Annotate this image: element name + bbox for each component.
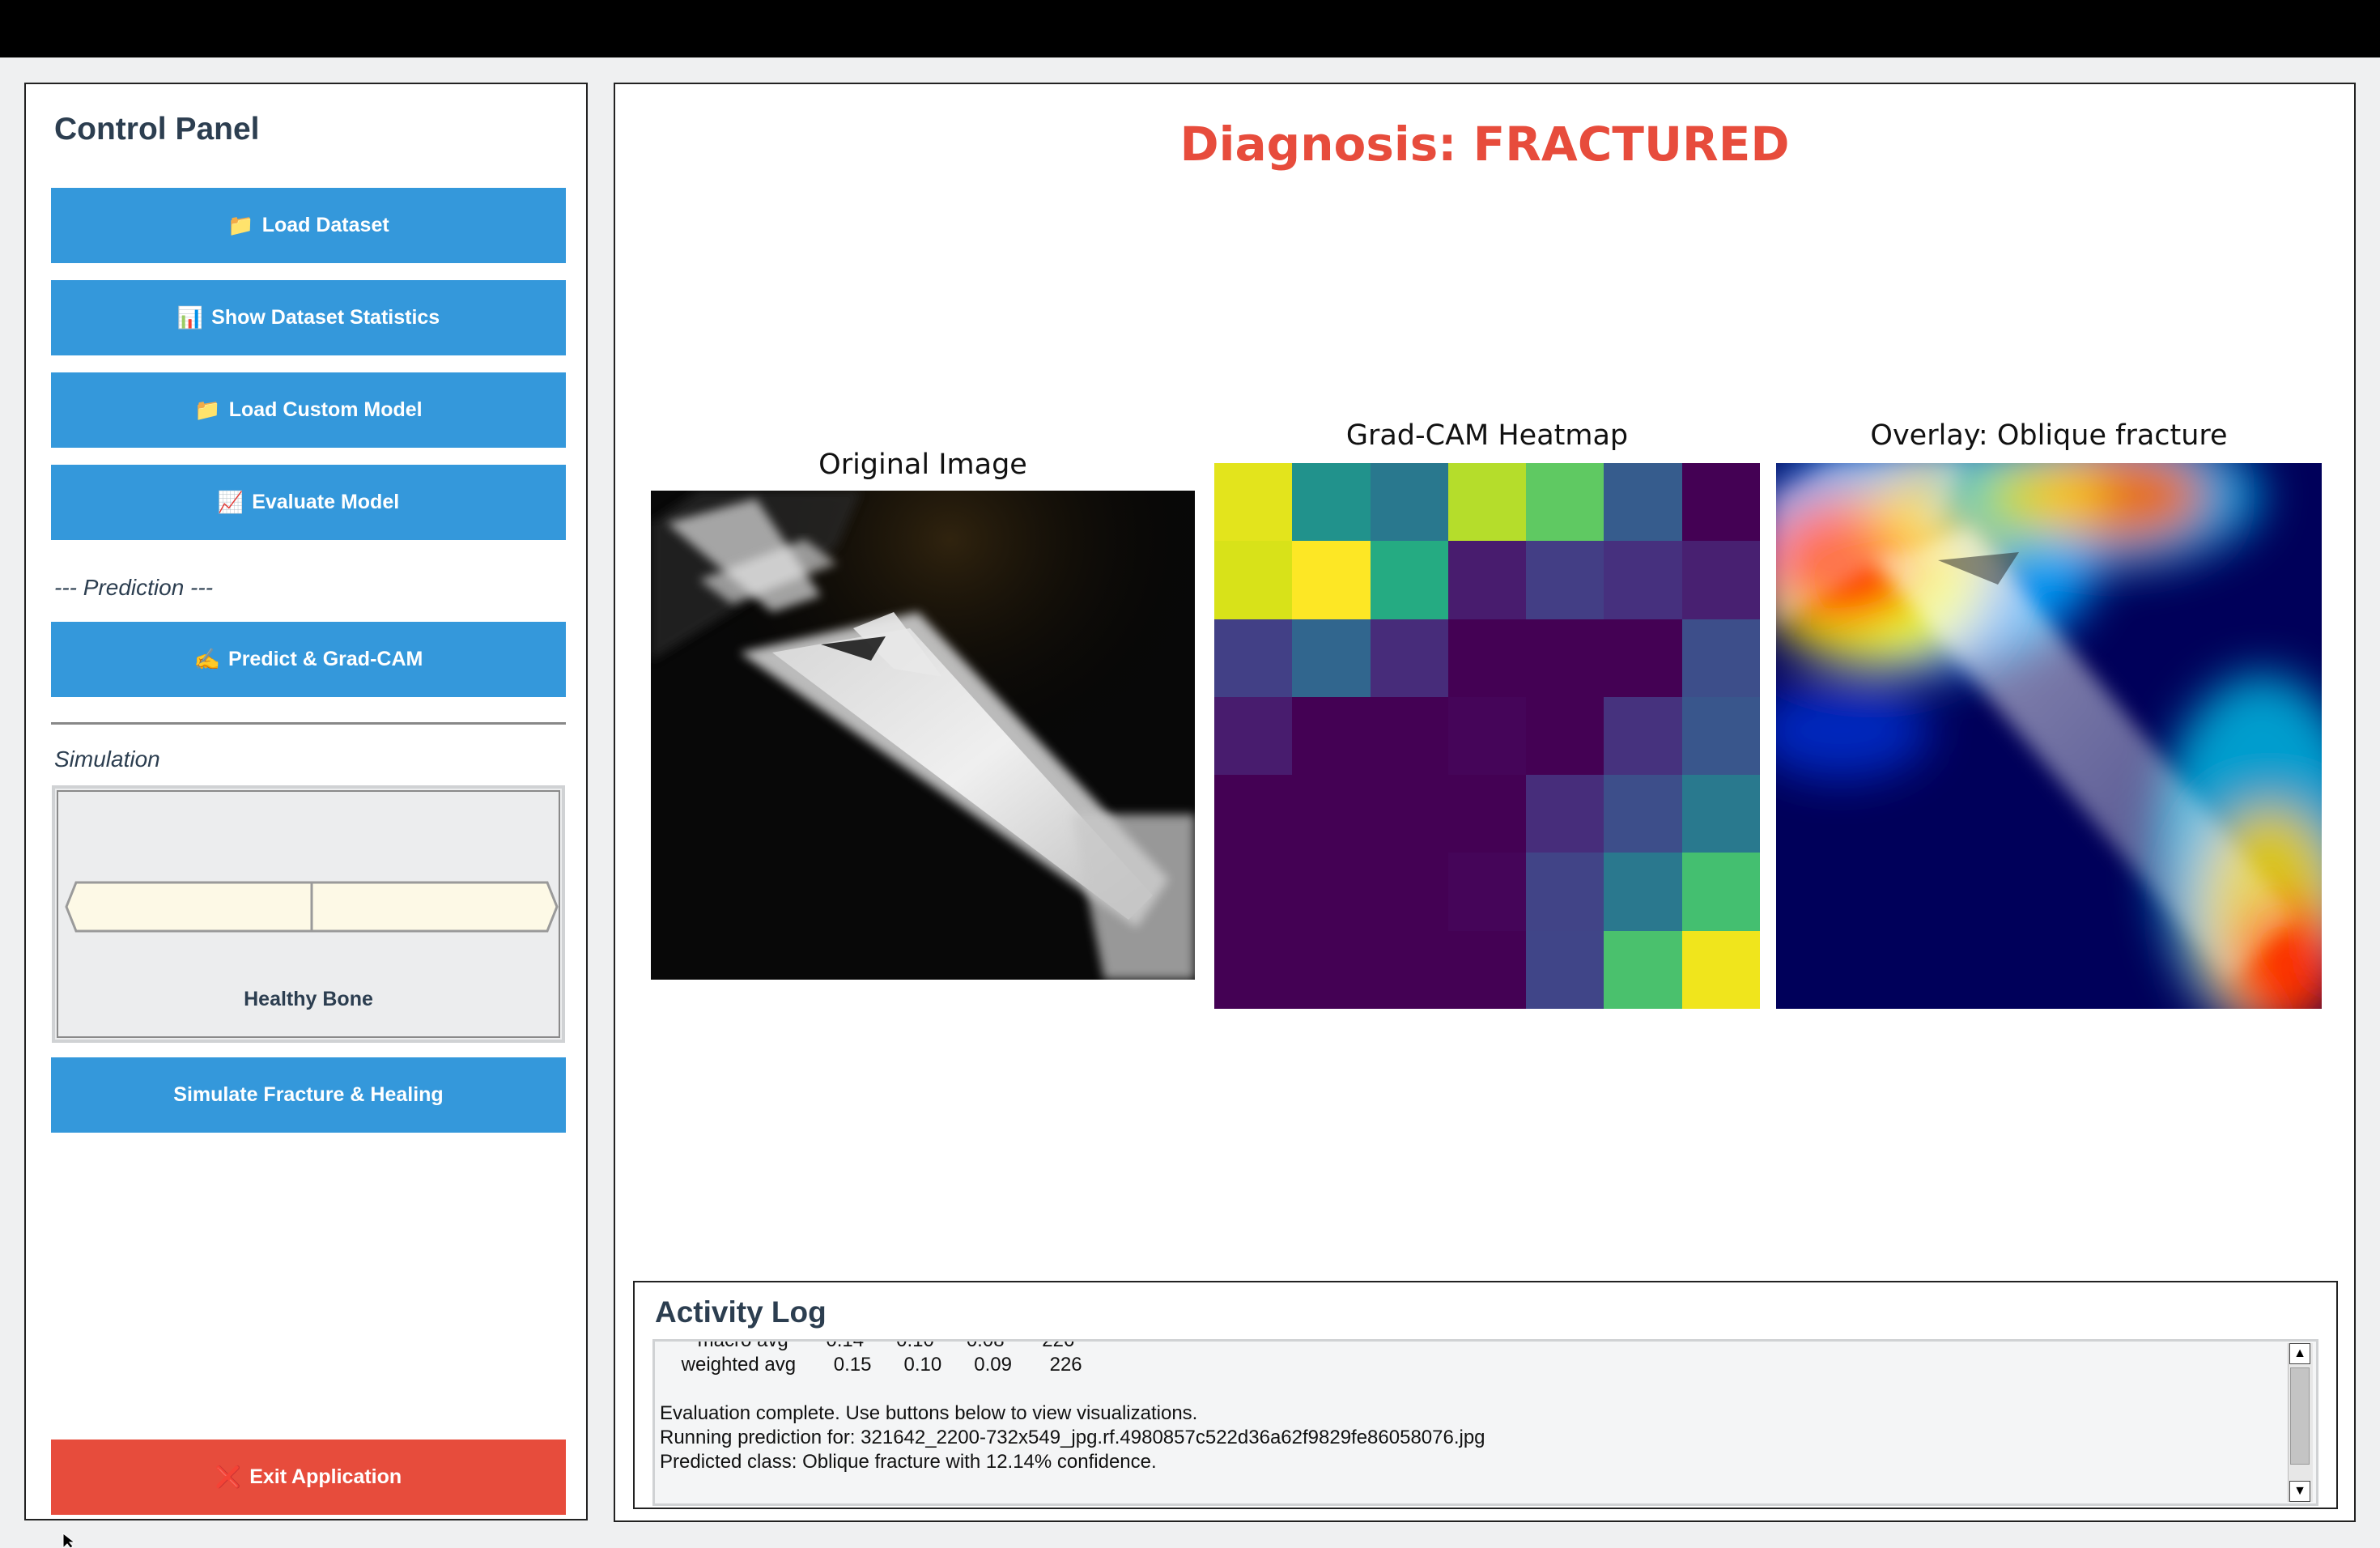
overlay-title: Overlay: Oblique fracture: [1870, 419, 2228, 452]
evaluate-model-label: Evaluate Model: [252, 491, 400, 513]
heatmap-cell: [1447, 853, 1527, 932]
bar-chart-icon: 📊: [176, 305, 204, 330]
exit-application-label: Exit Application: [249, 1465, 402, 1488]
heatmap-cell: [1292, 930, 1371, 1009]
load-dataset-button[interactable]: 📁 Load Dataset: [51, 188, 566, 263]
heatmap-cell: [1526, 463, 1605, 542]
heatmap-cell: [1370, 463, 1449, 542]
heatmap-cell: [1447, 696, 1527, 776]
heatmap-cell: [1604, 463, 1683, 542]
heatmap-cell: [1681, 930, 1760, 1009]
predict-gradcam-label: Predict & Grad-CAM: [228, 648, 423, 670]
heatmap-cell: [1604, 696, 1683, 776]
mouse-pointer-icon: [62, 1533, 76, 1548]
predict-gradcam-button[interactable]: ✍ Predict & Grad-CAM: [51, 622, 566, 697]
heatmap-cell: [1447, 463, 1527, 542]
heatmap-cell: [1681, 696, 1760, 776]
heatmap-cell: [1681, 541, 1760, 620]
gradcam-heatmap-image: [1214, 463, 1760, 1009]
heatmap-cell: [1447, 775, 1527, 854]
log-scrollbar[interactable]: ▲ ▼: [2288, 1343, 2313, 1502]
heatmap-cell: [1292, 463, 1371, 542]
heatmap-cell: [1214, 930, 1293, 1009]
show-dataset-statistics-button[interactable]: 📊 Show Dataset Statistics: [51, 280, 566, 355]
heatmap-cell: [1526, 541, 1605, 620]
red-x-icon: ❌: [215, 1465, 242, 1489]
simulate-fracture-healing-button[interactable]: Simulate Fracture & Healing: [51, 1057, 566, 1133]
heatmap-cell: [1370, 853, 1449, 932]
heatmap-cell: [1681, 853, 1760, 932]
trend-chart-icon: 📈: [217, 490, 244, 514]
heatmap-cell: [1214, 696, 1293, 776]
writing-hand-icon: ✍: [193, 647, 221, 671]
section-divider: [51, 722, 566, 725]
scroll-down-icon[interactable]: ▼: [2289, 1481, 2310, 1502]
heatmap-cell: [1214, 541, 1293, 620]
simulation-section-label: Simulation: [54, 746, 160, 772]
results-panel: Diagnosis: FRACTURED Original Image Grad…: [614, 83, 2356, 1522]
show-dataset-statistics-label: Show Dataset Statistics: [211, 306, 440, 329]
heatmap-cell: [1214, 463, 1293, 542]
heatmap-cell: [1604, 541, 1683, 620]
control-panel-title: Control Panel: [54, 112, 260, 147]
load-dataset-label: Load Dataset: [261, 214, 389, 236]
heatmap-cell: [1214, 775, 1293, 854]
heatmap-cell: [1604, 775, 1683, 854]
exit-application-button[interactable]: ❌ Exit Application: [51, 1440, 566, 1515]
load-custom-model-label: Load Custom Model: [228, 398, 423, 421]
heatmap-cell: [1526, 775, 1605, 854]
folder-icon: 📁: [227, 213, 254, 237]
heatmap-cell: [1370, 541, 1449, 620]
prediction-section-label: --- Prediction ---: [54, 575, 214, 600]
heatmap-cell: [1292, 696, 1371, 776]
window-title-bar: [0, 0, 2380, 57]
healthy-bone-graphic: [65, 881, 559, 933]
evaluate-model-button[interactable]: 📈 Evaluate Model: [51, 465, 566, 540]
original-xray-image: [651, 491, 1195, 980]
simulation-canvas: Healthy Bone: [52, 785, 565, 1043]
heatmap-cell: [1447, 930, 1527, 1009]
overlay-image: [1776, 463, 2322, 1009]
heatmap-cell: [1370, 775, 1449, 854]
heatmap-cell: [1526, 930, 1605, 1009]
heatmap-cell: [1681, 463, 1760, 542]
heatmap-cell: [1526, 619, 1605, 698]
heatmap-cell: [1370, 619, 1449, 698]
heatmap-cell: [1447, 541, 1527, 620]
activity-log-panel: Activity Log macro avg 0.14 0.10 0.08 22…: [633, 1281, 2338, 1509]
heatmap-cell: [1292, 775, 1371, 854]
simulation-status-label: Healthy Bone: [244, 988, 373, 1010]
original-image-title: Original Image: [818, 449, 1027, 481]
heatmap-cell: [1447, 619, 1527, 698]
control-panel: Control Panel 📁 Load Dataset 📊 Show Data…: [24, 83, 588, 1520]
heatmap-cell: [1604, 853, 1683, 932]
heatmap-cell: [1370, 696, 1449, 776]
heatmap-cell: [1292, 853, 1371, 932]
heatmap-cell: [1214, 619, 1293, 698]
heatmap-cell: [1681, 775, 1760, 854]
scroll-up-icon[interactable]: ▲: [2289, 1343, 2310, 1364]
heatmap-cell: [1604, 930, 1683, 1009]
heatmap-cell: [1681, 619, 1760, 698]
heatmap-cell: [1370, 930, 1449, 1009]
activity-log-textarea[interactable]: macro avg 0.14 0.10 0.08 226 weighted av…: [652, 1339, 2318, 1506]
heatmap-cell: [1604, 619, 1683, 698]
heatmap-cell: [1526, 696, 1605, 776]
heatmap-cell: [1214, 853, 1293, 932]
heatmap-cell: [1526, 853, 1605, 932]
folder-icon: 📁: [194, 398, 221, 422]
heatmap-cell: [1292, 619, 1371, 698]
activity-log-text: macro avg 0.14 0.10 0.08 226 weighted av…: [660, 1339, 1485, 1473]
heatmap-cell: [1292, 541, 1371, 620]
scrollbar-thumb[interactable]: [2290, 1367, 2310, 1465]
diagnosis-title: Diagnosis: FRACTURED: [1179, 117, 1790, 172]
heatmap-title: Grad-CAM Heatmap: [1345, 419, 1629, 452]
load-custom-model-button[interactable]: 📁 Load Custom Model: [51, 372, 566, 448]
activity-log-title: Activity Log: [655, 1295, 827, 1329]
